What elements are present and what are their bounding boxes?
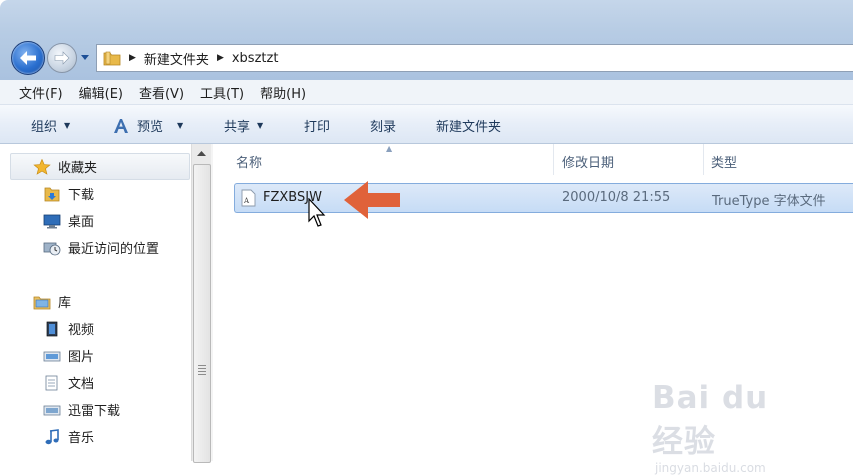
column-header-row: ▲ 名称 修改日期 类型 bbox=[213, 144, 853, 175]
nav-favorites[interactable]: 收藏夹 bbox=[33, 157, 97, 176]
burn-button[interactable]: 刻录 bbox=[370, 116, 396, 135]
recent-pages-dropdown-icon[interactable] bbox=[80, 53, 90, 61]
breadcrumb-separator-icon[interactable]: ▶ bbox=[129, 53, 136, 63]
file-type: TrueType 字体文件 bbox=[712, 194, 826, 209]
forward-button[interactable] bbox=[47, 43, 77, 73]
preview-label: 预览 bbox=[137, 120, 164, 135]
nav-item-downloads[interactable]: 下载 bbox=[43, 184, 94, 203]
column-divider[interactable] bbox=[703, 144, 704, 175]
thunder-download-library-icon bbox=[43, 405, 61, 415]
breadcrumb-item[interactable]: xbsztzt bbox=[232, 51, 279, 66]
nav-libraries[interactable]: 库 bbox=[33, 292, 71, 311]
baidu-watermark: Bai du 经验 jingyan.baidu.com bbox=[652, 380, 812, 475]
pictures-library-icon bbox=[43, 351, 61, 361]
breadcrumb-item[interactable]: 新建文件夹 bbox=[144, 49, 209, 68]
folder-icon bbox=[103, 51, 121, 66]
organize-label: 组织 bbox=[31, 120, 58, 135]
nav-item-recent[interactable]: 最近访问的位置 bbox=[43, 238, 159, 257]
recent-places-icon bbox=[43, 242, 61, 255]
download-folder-icon bbox=[44, 187, 60, 201]
nav-item-label: 桌面 bbox=[68, 215, 95, 230]
print-label: 打印 bbox=[304, 120, 331, 135]
watermark-brand: Bai du 经验 bbox=[652, 380, 769, 460]
sort-ascending-icon: ▲ bbox=[386, 144, 393, 153]
arrow-left-icon bbox=[20, 51, 36, 65]
watermark-url: jingyan.baidu.com bbox=[655, 461, 766, 475]
new-folder-label: 新建文件夹 bbox=[436, 120, 502, 135]
nav-item-pictures[interactable]: 图片 bbox=[43, 346, 94, 365]
nav-item-videos[interactable]: 视频 bbox=[43, 319, 94, 338]
address-bar[interactable]: ▶ 新建文件夹 ▶ xbsztzt bbox=[96, 44, 853, 72]
annotation-arrow-icon bbox=[344, 181, 400, 219]
back-button[interactable] bbox=[11, 41, 45, 75]
breadcrumb-separator-icon[interactable]: ▶ bbox=[217, 53, 224, 63]
nav-scrollbar[interactable] bbox=[191, 144, 212, 463]
scroll-grip-icon bbox=[198, 365, 206, 377]
print-button[interactable]: 打印 bbox=[304, 116, 330, 135]
nav-item-label: 音乐 bbox=[68, 431, 95, 446]
nav-item-music[interactable]: 音乐 bbox=[43, 427, 94, 446]
star-icon bbox=[33, 158, 51, 175]
video-library-icon bbox=[46, 321, 58, 336]
file-modified: 2000/10/8 21:55 bbox=[562, 190, 671, 205]
scroll-up-icon[interactable] bbox=[194, 147, 209, 161]
chevron-down-icon: ▼ bbox=[257, 121, 264, 130]
mouse-cursor-icon bbox=[308, 198, 326, 227]
burn-label: 刻录 bbox=[370, 120, 397, 135]
documents-library-icon bbox=[45, 375, 58, 390]
column-header-modified[interactable]: 修改日期 bbox=[562, 152, 614, 171]
desktop-icon bbox=[43, 214, 61, 228]
column-header-type[interactable]: 类型 bbox=[711, 152, 737, 171]
chevron-down-icon: ▼ bbox=[64, 121, 71, 130]
preview-button[interactable]: 预览 ▼ bbox=[112, 116, 183, 135]
column-divider[interactable] bbox=[553, 144, 554, 175]
nav-item-thunder-downloads[interactable]: 迅雷下载 bbox=[43, 400, 120, 419]
nav-item-desktop[interactable]: 桌面 bbox=[43, 211, 94, 230]
organize-button[interactable]: 组织 ▼ bbox=[31, 116, 70, 135]
music-library-icon bbox=[45, 428, 59, 444]
nav-item-label: 下载 bbox=[68, 188, 95, 203]
font-file-icon: A bbox=[241, 189, 256, 207]
share-button[interactable]: 共享 ▼ bbox=[224, 116, 263, 135]
library-icon bbox=[33, 296, 51, 309]
nav-item-label: 文档 bbox=[68, 377, 95, 392]
svg-text:A: A bbox=[243, 197, 250, 205]
share-label: 共享 bbox=[224, 120, 251, 135]
file-row-selected[interactable]: A FZXBSJW 2000/10/8 21:55 TrueType 字体文件 bbox=[234, 183, 853, 213]
menu-help[interactable]: 帮助(H) bbox=[241, 83, 314, 102]
font-preview-icon bbox=[114, 118, 128, 133]
new-folder-button[interactable]: 新建文件夹 bbox=[436, 116, 501, 135]
scroll-thumb[interactable] bbox=[193, 164, 211, 463]
nav-item-label: 视频 bbox=[68, 323, 95, 338]
menu-bar: 文件(F) 编辑(E) 查看(V) 工具(T) 帮助(H) bbox=[0, 80, 853, 105]
nav-libraries-label: 库 bbox=[58, 296, 72, 311]
nav-item-label: 最近访问的位置 bbox=[68, 242, 160, 257]
nav-favorites-label: 收藏夹 bbox=[58, 161, 98, 176]
command-toolbar: 组织 ▼ 预览 ▼ 共享 ▼ 打印 刻录 新建文件夹 bbox=[0, 105, 853, 144]
nav-item-label: 迅雷下载 bbox=[68, 404, 121, 419]
nav-item-label: 图片 bbox=[68, 350, 95, 365]
arrow-right-icon bbox=[54, 51, 70, 65]
navigation-pane: 收藏夹 下载 桌面 最近访问的位置 库 视频 图片 文档 迅雷下载 音乐 bbox=[0, 144, 191, 461]
chevron-down-icon: ▼ bbox=[177, 121, 184, 130]
nav-item-documents[interactable]: 文档 bbox=[43, 373, 94, 392]
column-header-name[interactable]: 名称 bbox=[236, 152, 262, 171]
